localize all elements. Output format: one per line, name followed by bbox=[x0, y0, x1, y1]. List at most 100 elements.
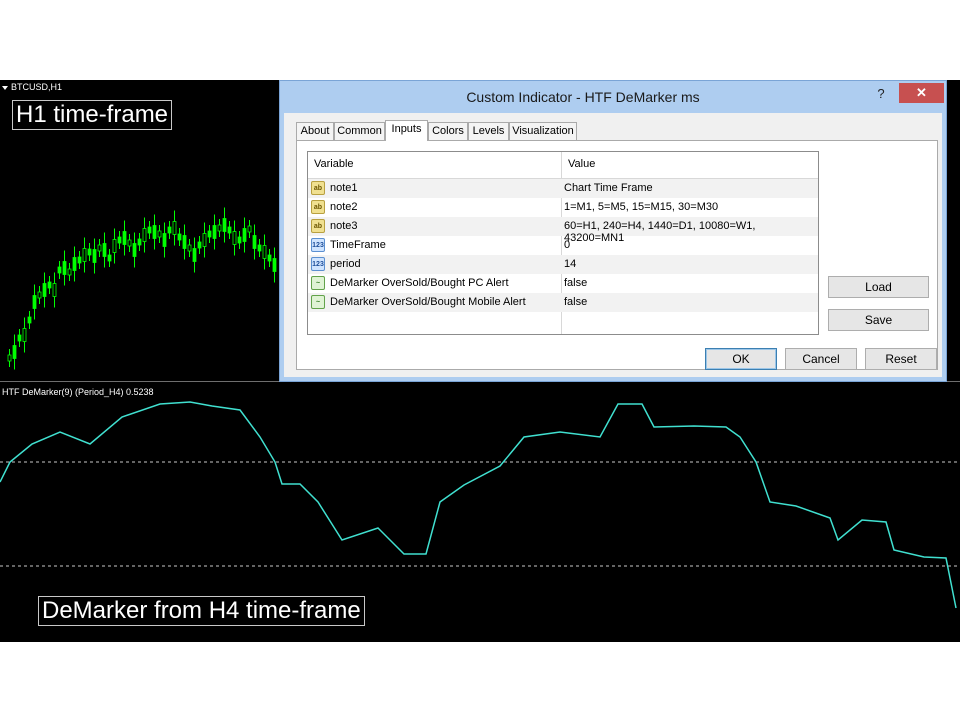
tab-common[interactable]: Common bbox=[334, 122, 385, 140]
candle-body bbox=[77, 256, 82, 264]
tab-levels[interactable]: Levels bbox=[468, 122, 509, 140]
inputs-grid: Variable Value ab note1 Chart Time Frame… bbox=[307, 151, 819, 335]
table-row[interactable]: ab note3 60=H1, 240=H4, 1440=D1, 10080=W… bbox=[308, 217, 818, 244]
row-value[interactable]: 1=M1, 5=M5, 15=M15, 30=M30 bbox=[564, 201, 718, 213]
header-variable[interactable]: Variable bbox=[314, 158, 354, 170]
alert-icon: ~ bbox=[311, 276, 325, 290]
candle-body bbox=[37, 291, 42, 299]
cancel-button[interactable]: Cancel bbox=[785, 348, 857, 370]
ok-button[interactable]: OK bbox=[705, 348, 777, 370]
candle-body bbox=[102, 243, 107, 257]
candle-body bbox=[42, 283, 47, 297]
candle-body bbox=[242, 228, 247, 242]
tab-about[interactable]: About bbox=[296, 122, 334, 140]
candle-body bbox=[92, 249, 97, 263]
candle-body bbox=[202, 233, 207, 247]
candle-body bbox=[132, 243, 137, 257]
candle-body bbox=[22, 328, 27, 342]
row-value[interactable]: false bbox=[564, 277, 587, 289]
row-variable: note1 bbox=[330, 182, 358, 194]
row-variable: TimeFrame bbox=[330, 239, 386, 251]
candle-body bbox=[152, 225, 157, 239]
number-icon: 123 bbox=[311, 257, 325, 271]
row-variable: note2 bbox=[330, 201, 358, 213]
tab-visualization[interactable]: Visualization bbox=[509, 122, 577, 140]
table-row[interactable]: ab note1 Chart Time Frame bbox=[308, 179, 818, 198]
tab-colors[interactable]: Colors bbox=[428, 122, 468, 140]
candle-body bbox=[262, 245, 267, 259]
header-value[interactable]: Value bbox=[568, 158, 595, 170]
candle-body bbox=[12, 345, 17, 359]
candle-body bbox=[157, 230, 162, 238]
close-button[interactable]: ✕ bbox=[899, 83, 944, 103]
dialog-title: Custom Indicator - HTF DeMarker ms bbox=[466, 89, 700, 105]
candle-body bbox=[197, 241, 202, 249]
candle-body bbox=[217, 224, 222, 232]
candle-body bbox=[187, 244, 192, 252]
chart-symbol-text: BTCUSD,H1 bbox=[11, 82, 63, 92]
candle-body bbox=[142, 228, 147, 242]
row-value[interactable]: false bbox=[564, 296, 587, 308]
row-value[interactable]: 14 bbox=[564, 258, 576, 270]
candle-body bbox=[127, 239, 132, 247]
row-variable: DeMarker OverSold/Bought PC Alert bbox=[330, 277, 509, 289]
reset-button[interactable]: Reset bbox=[865, 348, 937, 370]
tab-inputs[interactable]: Inputs bbox=[385, 120, 428, 141]
candle-body bbox=[97, 244, 102, 252]
candle-body bbox=[62, 261, 67, 275]
ab-icon: ab bbox=[311, 200, 325, 214]
row-value[interactable]: Chart Time Frame bbox=[564, 182, 653, 194]
table-row[interactable]: ~ DeMarker OverSold/Bought Mobile Alert … bbox=[308, 293, 818, 312]
candle-body bbox=[272, 258, 277, 272]
table-row[interactable]: 123 TimeFrame 0 bbox=[308, 236, 818, 255]
candle-body bbox=[212, 225, 217, 239]
candle-body bbox=[107, 254, 112, 262]
candle-body bbox=[122, 231, 127, 245]
candle-body bbox=[27, 316, 32, 324]
table-row[interactable]: ab note2 1=M1, 5=M5, 15=M15, 30=M30 bbox=[308, 198, 818, 217]
row-variable: note3 bbox=[330, 220, 358, 232]
candle-body bbox=[222, 218, 227, 232]
candle-body bbox=[112, 239, 117, 253]
candle-body bbox=[82, 248, 87, 262]
ab-icon: ab bbox=[311, 219, 325, 233]
candle-body bbox=[162, 233, 167, 247]
candle-body bbox=[17, 334, 22, 342]
table-row[interactable]: ~ DeMarker OverSold/Bought PC Alert fals… bbox=[308, 274, 818, 293]
dialog-client: About Common Inputs Colors Levels Visual… bbox=[288, 114, 938, 375]
alert-icon: ~ bbox=[311, 295, 325, 309]
help-button[interactable]: ? bbox=[871, 86, 891, 104]
grid-header: Variable Value bbox=[308, 152, 818, 179]
candle-body bbox=[72, 257, 77, 271]
candle-body bbox=[137, 238, 142, 246]
candle-body bbox=[57, 266, 62, 274]
candle-body bbox=[172, 221, 177, 235]
candle-body bbox=[252, 235, 257, 249]
candle-body bbox=[207, 230, 212, 238]
candle-body bbox=[182, 235, 187, 249]
save-button[interactable]: Save bbox=[828, 309, 929, 331]
candle-body bbox=[227, 226, 232, 234]
candle-body bbox=[47, 281, 52, 289]
row-variable: period bbox=[330, 258, 361, 270]
candle-body bbox=[67, 268, 72, 276]
row-value[interactable]: 0 bbox=[564, 239, 570, 251]
candle-body bbox=[167, 226, 172, 234]
candle-body bbox=[232, 231, 237, 245]
load-button[interactable]: Load bbox=[828, 276, 929, 298]
table-row[interactable]: 123 period 14 bbox=[308, 255, 818, 274]
candle-body bbox=[237, 236, 242, 244]
candle-body bbox=[147, 226, 152, 234]
chart-symbol: BTCUSD,H1 bbox=[2, 82, 62, 92]
ab-icon: ab bbox=[311, 181, 325, 195]
number-icon: 123 bbox=[311, 238, 325, 252]
candle-body bbox=[117, 236, 122, 244]
row-variable: DeMarker OverSold/Bought Mobile Alert bbox=[330, 296, 526, 308]
demarker-line bbox=[0, 401, 957, 609]
dialog-titlebar[interactable]: Custom Indicator - HTF DeMarker ms ? ✕ bbox=[280, 81, 946, 113]
candle-body bbox=[177, 233, 182, 241]
chevron-down-icon[interactable] bbox=[2, 85, 8, 90]
candle-body bbox=[32, 295, 37, 309]
candle-body bbox=[247, 225, 252, 233]
top-label: H1 time-frame bbox=[12, 100, 173, 130]
